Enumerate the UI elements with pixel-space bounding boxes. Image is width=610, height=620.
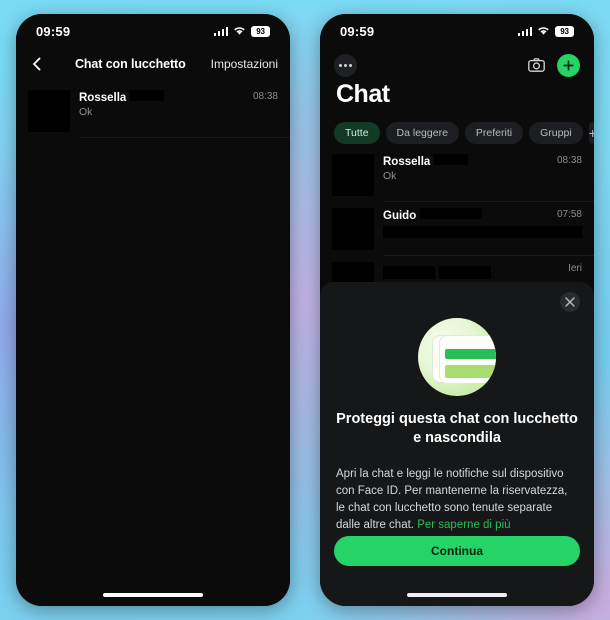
- redacted-name-block: [130, 90, 165, 101]
- plus-icon[interactable]: [557, 53, 580, 77]
- illustration-bar-green: [445, 349, 496, 359]
- redacted-name-block: [420, 208, 483, 219]
- battery-icon: 93: [555, 25, 574, 37]
- wifi-icon: [537, 26, 550, 36]
- close-icon[interactable]: [560, 292, 580, 312]
- chat-name: Rossella: [79, 92, 127, 104]
- chevron-left-icon[interactable]: [28, 55, 46, 73]
- left-navbar: Chat con lucchetto Impostazioni: [16, 48, 290, 80]
- right-status-bar: 09:59 93: [320, 14, 594, 48]
- learn-more-link[interactable]: Per saperne di più: [417, 519, 510, 531]
- chat-name: Guido: [383, 210, 417, 222]
- chat-preview: Ok: [383, 170, 397, 182]
- chat-timestamp: 07:58: [556, 209, 582, 220]
- list-item[interactable]: Rossella Ok 08:38: [320, 148, 594, 202]
- phone-right: 09:59 93 Chat Tutte Da leggere Preferiti…: [320, 14, 594, 606]
- chat-timestamp: Ieri: [568, 263, 582, 274]
- settings-button[interactable]: Impostazioni: [211, 57, 278, 71]
- list-item[interactable]: Guido 07:58: [320, 202, 594, 256]
- right-status-time: 09:59: [340, 23, 375, 39]
- left-status-bar: 09:59 93: [16, 14, 290, 48]
- chat-preview: Ok: [79, 106, 93, 118]
- chip-gruppi[interactable]: Gruppi: [529, 122, 583, 144]
- home-indicator: [407, 593, 507, 597]
- redacted-preview-block: [439, 266, 492, 279]
- chat-row-header: Rossella: [383, 154, 582, 168]
- chip-da-leggere[interactable]: Da leggere: [385, 122, 459, 144]
- phone-left: 09:59 93 Chat con lucchetto Impostazioni: [16, 14, 290, 606]
- page-title: Chat: [336, 80, 390, 108]
- avatar: [332, 208, 374, 250]
- chat-row-body: Rossella Ok 08:38: [70, 90, 278, 132]
- left-status-icons: 93: [213, 25, 270, 37]
- chip-tutte[interactable]: Tutte: [334, 122, 380, 144]
- right-top-actions: [320, 50, 594, 80]
- chat-row-body: Guido 07:58: [374, 208, 582, 250]
- sheet-body: Apri la chat e leggi le notifiche sul di…: [336, 466, 578, 534]
- cellular-bars-icon: [213, 26, 228, 36]
- wifi-icon: [233, 26, 246, 36]
- illustration-circle: [418, 318, 496, 396]
- chat-timestamp: 08:38: [252, 91, 278, 102]
- chat-timestamp: 08:38: [556, 155, 582, 166]
- redacted-name-block: [434, 154, 469, 165]
- chat-row-header: Guido: [383, 208, 582, 222]
- home-indicator: [103, 593, 203, 597]
- avatar: [28, 90, 70, 132]
- right-screen: 09:59 93 Chat Tutte Da leggere Preferiti…: [320, 14, 594, 606]
- chat-row-header: Rossella: [79, 90, 278, 104]
- locked-chat-illustration: [320, 318, 594, 396]
- add-filter-button[interactable]: +: [588, 122, 594, 144]
- row-divider: [79, 137, 290, 138]
- filter-chips: Tutte Da leggere Preferiti Gruppi +: [334, 122, 594, 144]
- more-options-icon[interactable]: [334, 53, 357, 77]
- sheet-title: Proteggi questa chat con lucchetto e nas…: [336, 411, 578, 446]
- screenshot-stage: 09:59 93 Chat con lucchetto Impostazioni: [0, 0, 610, 620]
- locked-chat-sheet: Proteggi questa chat con lucchetto e nas…: [320, 282, 594, 606]
- continue-button[interactable]: Continua: [334, 536, 580, 566]
- chat-name: Rossella: [383, 156, 431, 168]
- avatar: [332, 154, 374, 196]
- left-status-time: 09:59: [36, 23, 71, 39]
- right-status-icons: 93: [517, 25, 574, 37]
- left-screen: 09:59 93 Chat con lucchetto Impostazioni: [16, 14, 290, 606]
- redacted-preview-block: [383, 226, 582, 238]
- battery-icon: 93: [251, 25, 270, 37]
- chat-row-body: Rossella Ok 08:38: [374, 154, 582, 196]
- camera-icon[interactable]: [525, 54, 548, 77]
- cellular-bars-icon: [517, 26, 532, 36]
- chip-preferiti[interactable]: Preferiti: [464, 122, 524, 144]
- redacted-name-block: [383, 266, 435, 279]
- illustration-bar-lime: [445, 365, 496, 378]
- list-item[interactable]: Rossella Ok 08:38: [16, 84, 290, 138]
- left-chat-list: Rossella Ok 08:38: [16, 84, 290, 138]
- page-title: Chat con lucchetto: [74, 57, 186, 71]
